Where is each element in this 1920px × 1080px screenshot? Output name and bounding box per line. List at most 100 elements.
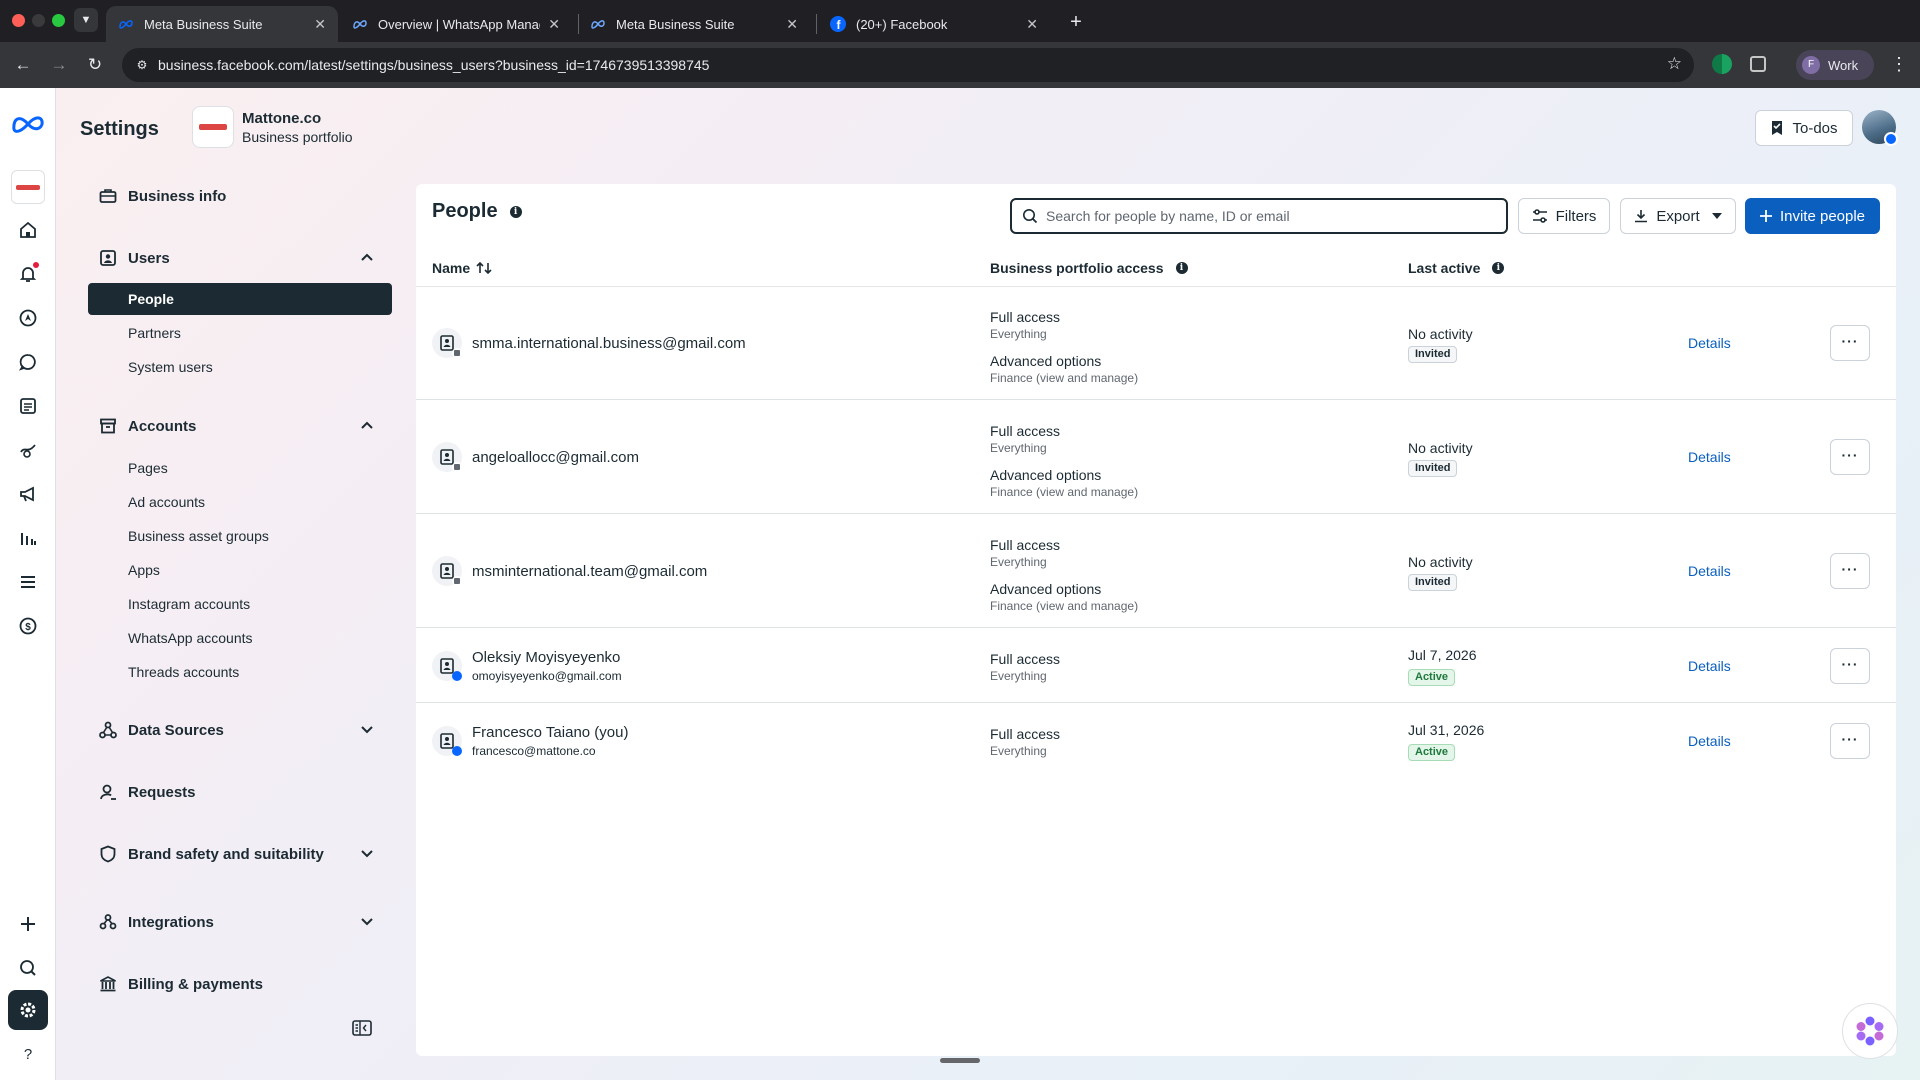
details-link[interactable]: Details bbox=[1688, 658, 1731, 674]
details-link[interactable]: Details bbox=[1688, 449, 1731, 465]
person-name: msminternational.team@gmail.com bbox=[472, 563, 708, 580]
new-tab-button[interactable]: + bbox=[1062, 8, 1090, 36]
inbox-chat-icon[interactable] bbox=[14, 348, 42, 376]
tab-close-icon[interactable]: ✕ bbox=[786, 16, 798, 33]
invite-people-button[interactable]: Invite people bbox=[1745, 198, 1880, 234]
back-button[interactable]: ← bbox=[10, 52, 36, 78]
export-button[interactable]: Export bbox=[1620, 198, 1736, 234]
sidebar-item-system-users[interactable]: System users bbox=[88, 351, 392, 383]
meta-logo-icon[interactable] bbox=[10, 110, 46, 138]
help-question-icon[interactable]: ? bbox=[14, 1040, 42, 1068]
more-options-button[interactable]: ··· bbox=[1830, 648, 1870, 684]
notification-dot bbox=[33, 262, 39, 268]
minimize-window-button[interactable] bbox=[32, 14, 45, 27]
sidebar-item-whatsapp-accounts[interactable]: WhatsApp accounts bbox=[88, 622, 392, 654]
table-row[interactable]: msminternational.team@gmail.com Full acc… bbox=[416, 515, 1896, 628]
collapse-sidebar-icon[interactable] bbox=[352, 1020, 372, 1036]
ads-megaphone-icon[interactable] bbox=[14, 480, 42, 508]
url-text[interactable]: business.facebook.com/latest/settings/bu… bbox=[158, 57, 709, 73]
tab-close-icon[interactable]: ✕ bbox=[548, 16, 560, 33]
column-header-access: Business portfolio access i bbox=[990, 260, 1188, 276]
more-options-button[interactable]: ··· bbox=[1830, 439, 1870, 475]
resize-handle[interactable] bbox=[940, 1058, 980, 1063]
home-icon[interactable] bbox=[14, 216, 42, 244]
sidebar-item-ad-accounts[interactable]: Ad accounts bbox=[88, 486, 392, 518]
planner-icon[interactable] bbox=[14, 436, 42, 464]
business-portfolio-switcher[interactable]: Mattone.co Business portfolio bbox=[192, 106, 353, 148]
advanced-options-title: Advanced options bbox=[990, 353, 1102, 369]
sidebar-section-data-sources[interactable]: Data Sources bbox=[88, 718, 392, 742]
sidebar-section-users[interactable]: Users bbox=[88, 246, 392, 270]
settings-gear-icon[interactable] bbox=[8, 990, 48, 1030]
forward-button[interactable]: → bbox=[46, 52, 72, 78]
ai-assistant-flower-icon[interactable] bbox=[1842, 1003, 1898, 1059]
sidebar-section-brand-safety[interactable]: Brand safety and suitability bbox=[88, 842, 392, 866]
sidebar-item-threads-accounts[interactable]: Threads accounts bbox=[88, 656, 392, 688]
browser-tab-4[interactable]: f (20+) Facebook ✕ bbox=[818, 6, 1050, 42]
extensions-puzzle-icon[interactable] bbox=[1750, 56, 1766, 72]
details-link[interactable]: Details bbox=[1688, 733, 1731, 749]
sort-arrows-icon[interactable] bbox=[476, 261, 492, 275]
search-icon[interactable] bbox=[14, 954, 42, 982]
sidebar-section-integrations[interactable]: Integrations bbox=[88, 910, 392, 934]
sidebar-item-instagram-accounts[interactable]: Instagram accounts bbox=[88, 588, 392, 620]
browser-toolbar: ← → ↻ ⚙ business.facebook.com/latest/set… bbox=[0, 42, 1920, 88]
info-icon[interactable]: i bbox=[509, 205, 522, 218]
content-posts-icon[interactable] bbox=[14, 392, 42, 420]
browser-tab-1[interactable]: Meta Business Suite ✕ bbox=[106, 6, 338, 42]
search-input[interactable] bbox=[1046, 208, 1506, 224]
table-row[interactable]: smma.international.business@gmail.com Fu… bbox=[416, 287, 1896, 400]
business-portfolio-thumbnail[interactable] bbox=[11, 170, 45, 204]
bookmark-star-icon[interactable]: ☆ bbox=[1667, 54, 1682, 74]
notifications-bell-icon[interactable] bbox=[14, 260, 42, 288]
sidebar-item-label: Business info bbox=[128, 187, 227, 205]
billing-dollar-icon[interactable]: $ bbox=[14, 612, 42, 640]
browser-tab-2[interactable]: Overview | WhatsApp Manager ✕ bbox=[340, 6, 572, 42]
tab-close-icon[interactable]: ✕ bbox=[1026, 16, 1038, 33]
table-row[interactable]: Francesco Taiano (you) francesco@mattone… bbox=[416, 704, 1896, 778]
more-options-button[interactable]: ··· bbox=[1830, 553, 1870, 589]
user-avatar[interactable] bbox=[1862, 110, 1898, 146]
todos-button[interactable]: To-dos bbox=[1755, 110, 1853, 146]
address-bar[interactable]: ⚙ business.facebook.com/latest/settings/… bbox=[122, 48, 1694, 82]
people-search[interactable] bbox=[1010, 198, 1508, 234]
site-settings-icon[interactable]: ⚙ bbox=[132, 55, 152, 75]
column-last-active-label: Last active bbox=[1408, 260, 1481, 276]
filters-button[interactable]: Filters bbox=[1518, 198, 1610, 234]
column-name-label: Name bbox=[432, 260, 471, 276]
details-link[interactable]: Details bbox=[1688, 335, 1731, 351]
sidebar-item-partners[interactable]: Partners bbox=[88, 317, 392, 349]
all-tools-menu-icon[interactable] bbox=[14, 568, 42, 596]
sidebar-item-apps[interactable]: Apps bbox=[88, 554, 392, 586]
chevron-down-icon bbox=[361, 918, 373, 926]
tab-search-button[interactable]: ▼ bbox=[74, 8, 98, 32]
close-window-button[interactable] bbox=[12, 14, 25, 27]
info-icon[interactable]: i bbox=[1175, 262, 1188, 274]
sidebar-section-accounts[interactable]: Accounts bbox=[88, 414, 392, 438]
reload-button[interactable]: ↻ bbox=[82, 52, 108, 78]
sidebar-item-pages[interactable]: Pages bbox=[88, 452, 392, 484]
extension-icon[interactable] bbox=[1712, 54, 1732, 74]
insights-bar-chart-icon[interactable] bbox=[14, 524, 42, 552]
add-plus-icon[interactable] bbox=[14, 910, 42, 938]
table-row[interactable]: Oleksiy Moyisyeyenko omoyisyeyenko@gmail… bbox=[416, 629, 1896, 703]
more-options-button[interactable]: ··· bbox=[1830, 723, 1870, 759]
sidebar-item-billing[interactable]: Billing & payments bbox=[88, 972, 392, 996]
maximize-window-button[interactable] bbox=[52, 14, 65, 27]
table-row[interactable]: angeloallocc@gmail.com Full access Every… bbox=[416, 401, 1896, 514]
profile-button[interactable]: F Work bbox=[1796, 50, 1874, 80]
more-options-button[interactable]: ··· bbox=[1830, 325, 1870, 361]
column-access-label: Business portfolio access bbox=[990, 260, 1164, 276]
tab-close-icon[interactable]: ✕ bbox=[314, 16, 326, 33]
column-header-name[interactable]: Name bbox=[432, 260, 492, 276]
sidebar-item-business-asset-groups[interactable]: Business asset groups bbox=[88, 520, 392, 552]
global-nav-rail: $ ? bbox=[0, 88, 56, 1080]
browser-tab-3[interactable]: Meta Business Suite ✕ bbox=[578, 6, 810, 42]
sidebar-item-business-info[interactable]: Business info bbox=[88, 184, 392, 208]
sidebar-item-requests[interactable]: Requests bbox=[88, 780, 392, 804]
compass-icon[interactable] bbox=[14, 304, 42, 332]
info-icon[interactable]: i bbox=[1492, 262, 1505, 274]
browser-menu-icon[interactable]: ⋮ bbox=[1890, 54, 1908, 75]
details-link[interactable]: Details bbox=[1688, 563, 1731, 579]
sidebar-item-people[interactable]: People bbox=[88, 283, 392, 315]
